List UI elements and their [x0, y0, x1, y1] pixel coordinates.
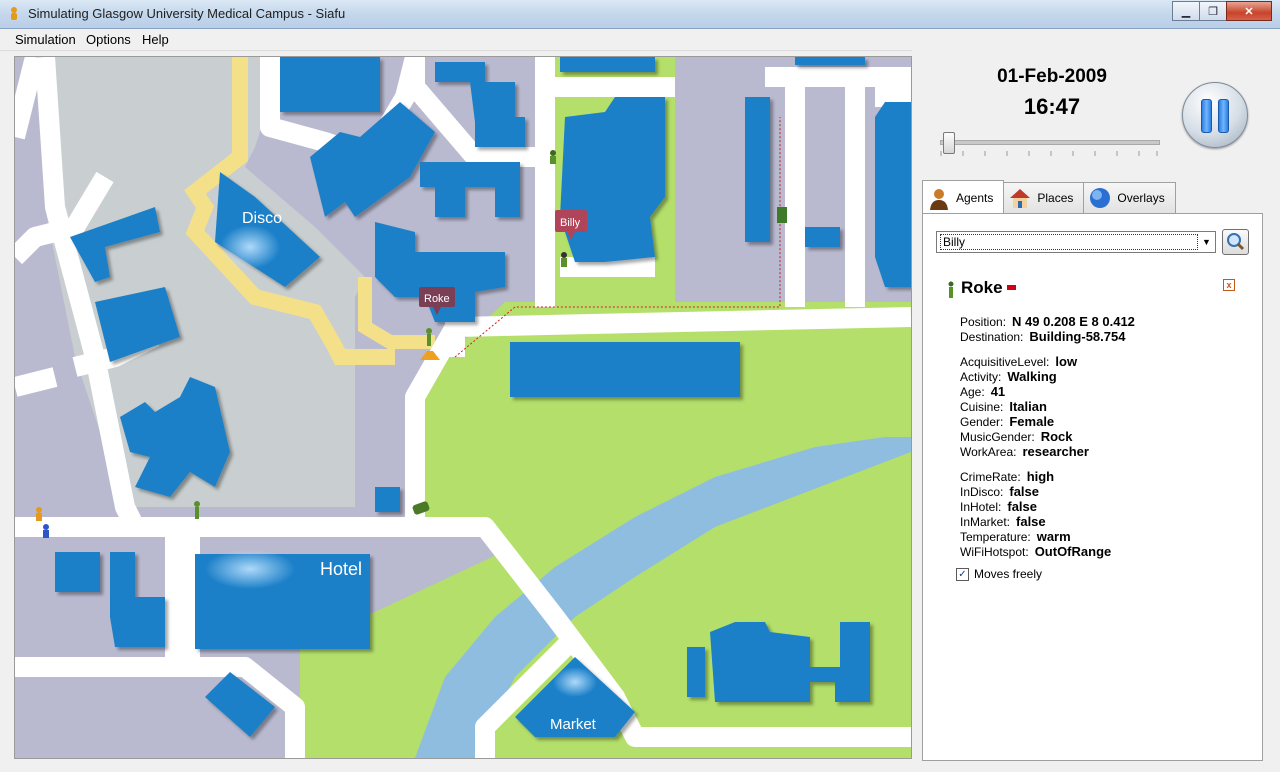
- prop-wifi-hotspot: WiFiHotspot: OutOfRange: [960, 544, 1112, 559]
- tab-places-label: Places: [1037, 191, 1074, 205]
- building[interactable]: [55, 552, 100, 592]
- building[interactable]: [375, 487, 400, 512]
- building[interactable]: [745, 97, 770, 242]
- building[interactable]: [280, 57, 380, 112]
- maximize-button[interactable]: ❐: [1199, 1, 1227, 21]
- agent-properties: Position: N 49 0.208 E 8 0.412 Destinatio…: [960, 314, 1135, 559]
- agent-person-icon: [948, 281, 954, 298]
- moves-freely-checkbox[interactable]: ✓ Moves freely: [956, 567, 1042, 581]
- menu-simulation[interactable]: Simulation: [15, 32, 76, 47]
- person-icon: [930, 189, 948, 210]
- prop-temperature: Temperature: warm: [960, 529, 1071, 544]
- building[interactable]: [795, 57, 865, 65]
- magnifier-icon: [1227, 233, 1245, 251]
- pause-button[interactable]: [1182, 82, 1248, 148]
- building[interactable]: [560, 97, 665, 262]
- prop-crime-rate: CrimeRate: high: [960, 469, 1055, 484]
- prop-cuisine: Cuisine: Italian: [960, 399, 1047, 414]
- building[interactable]: [805, 227, 840, 247]
- menu-options[interactable]: Options: [86, 32, 131, 47]
- sim-time: 16:47: [1023, 94, 1081, 119]
- market-label: Market: [550, 716, 597, 733]
- tab-bar: Agents Places Overlays: [922, 180, 1176, 215]
- prop-music-gender: MusicGender: Rock: [960, 429, 1073, 444]
- tab-overlays-label: Overlays: [1117, 191, 1165, 205]
- building[interactable]: [510, 342, 740, 397]
- speed-slider[interactable]: [940, 140, 1160, 145]
- tab-agents-label: Agents: [956, 191, 994, 205]
- close-button[interactable]: ✕: [1226, 1, 1272, 21]
- window-title: Simulating Glasgow University Medical Ca…: [28, 6, 346, 21]
- moves-freely-label: Moves freely: [974, 567, 1043, 581]
- close-icon[interactable]: x: [1223, 279, 1235, 291]
- building[interactable]: [560, 57, 655, 72]
- menu-help[interactable]: Help: [142, 32, 169, 47]
- prop-work-area: WorkArea: researcher: [960, 444, 1089, 459]
- svg-text:Roke: Roke: [424, 293, 450, 305]
- app-icon: [11, 7, 17, 20]
- minimize-button[interactable]: ▁: [1172, 1, 1200, 21]
- search-button[interactable]: [1222, 229, 1249, 255]
- agents-panel: Billy ▼ Roke x Position: N 49 0.208 E 8 0…: [922, 213, 1263, 761]
- tab-places[interactable]: Places: [1003, 182, 1085, 213]
- prop-acquisitive-level: AcquisitiveLevel: low: [960, 354, 1078, 369]
- speed-slider-thumb[interactable]: [943, 132, 956, 154]
- building[interactable]: [875, 102, 911, 287]
- map-canvas[interactable]: Disco Hotel Market Billy Roke: [15, 57, 911, 758]
- prop-in-market: InMarket: false: [960, 514, 1046, 529]
- chevron-down-icon[interactable]: ▼: [1198, 232, 1215, 252]
- pause-icon: [1201, 99, 1212, 133]
- simulation-map[interactable]: Disco Hotel Market Billy Roke: [14, 56, 912, 759]
- agent-icon[interactable]: [36, 507, 42, 521]
- disco-label: Disco: [242, 210, 282, 227]
- prop-age: Age: 41: [960, 384, 1006, 399]
- agent-icon[interactable]: [43, 524, 49, 538]
- agent-name: Roke: [961, 278, 1003, 297]
- globe-icon: [1090, 188, 1111, 208]
- control-panel: 01-Feb-2009 16:47 Agents Places Overlays…: [912, 50, 1280, 772]
- building[interactable]: [475, 117, 525, 147]
- menu-bar: Simulation Options Help: [0, 29, 1280, 51]
- svg-text:Billy: Billy: [560, 217, 581, 229]
- checkbox-icon[interactable]: ✓: [956, 567, 969, 581]
- house-icon: [1010, 189, 1031, 208]
- agent-select[interactable]: Billy ▼: [936, 231, 1216, 253]
- application-window: Simulating Glasgow University Medical Ca…: [0, 0, 1280, 772]
- prop-activity: Activity: Walking: [960, 369, 1057, 384]
- hotel-label: Hotel: [320, 559, 362, 579]
- pause-icon-bar: [1218, 99, 1229, 133]
- prop-destination: Destination: Building-58.754: [960, 329, 1126, 344]
- bin-icon: [777, 207, 787, 223]
- prop-position: Position: N 49 0.208 E 8 0.412: [960, 314, 1135, 329]
- tab-agents[interactable]: Agents: [922, 180, 1005, 215]
- agent-status-flag: [1007, 285, 1016, 290]
- prop-gender: Gender: Female: [960, 414, 1055, 429]
- agent-icon[interactable]: [550, 150, 556, 164]
- prop-in-disco: InDisco: false: [960, 484, 1039, 499]
- sim-date: 01-Feb-2009: [997, 66, 1107, 87]
- slider-ticks: [940, 151, 1158, 156]
- agent-select-value: Billy: [940, 234, 1198, 250]
- building[interactable]: [687, 647, 705, 697]
- prop-in-hotel: InHotel: false: [960, 499, 1037, 514]
- tab-overlays[interactable]: Overlays: [1083, 182, 1176, 213]
- title-bar[interactable]: Simulating Glasgow University Medical Ca…: [0, 0, 1280, 29]
- agent-icon[interactable]: [561, 252, 567, 267]
